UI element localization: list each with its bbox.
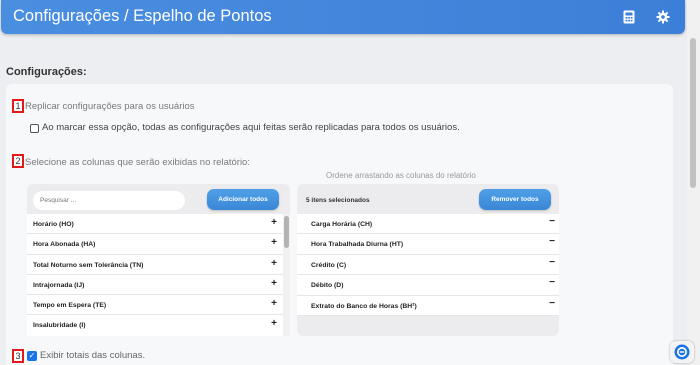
available-columns-list: Horário (HO) + Hora Abonada (HA) + Total… — [27, 214, 283, 336]
add-icon[interactable]: + — [271, 217, 277, 228]
add-icon[interactable]: + — [271, 318, 277, 329]
add-all-button[interactable]: Adicionar todos — [207, 189, 279, 210]
available-list-scrollbar[interactable] — [283, 214, 290, 336]
list-item[interactable]: Horário (HO) + — [27, 214, 283, 235]
replicate-checkbox-label[interactable]: Ao marcar essa opção, todas as configura… — [42, 122, 460, 133]
section-title: Configurações: — [6, 66, 87, 78]
order-hint: Ordene arrastando as colunas do relatóri… — [326, 171, 476, 180]
list-item-label: Carga Horária (CH) — [311, 221, 373, 228]
chat-button[interactable] — [670, 341, 694, 363]
list-item[interactable]: Total Noturno sem Tolerância (TN) + — [27, 255, 283, 275]
add-icon[interactable]: + — [271, 298, 277, 309]
list-item-label: Intrajornada (IJ) — [33, 281, 85, 289]
list-item-label: Extrato do Banco de Horas (BH²) — [311, 302, 417, 310]
remove-icon[interactable]: − — [549, 236, 555, 247]
step2-label: Selecione as colunas que serão exibidas … — [25, 157, 250, 168]
show-totals-checkbox[interactable]: ✓ — [27, 351, 37, 361]
remove-icon[interactable]: − — [549, 298, 555, 309]
remove-icon[interactable]: − — [549, 257, 555, 268]
add-icon[interactable]: + — [271, 258, 277, 269]
list-item[interactable]: Extrato do Banco de Horas (BH²) − — [297, 296, 559, 316]
list-item-label: Hora Abonada (HA) — [33, 241, 96, 249]
list-item-label: Insalubridade (I) — [33, 322, 86, 330]
list-item[interactable]: Débito (D) − — [297, 275, 559, 296]
list-item-label: Débito (D) — [311, 282, 344, 290]
scrollbar-thumb[interactable] — [284, 216, 289, 248]
page-scrollbar[interactable] — [687, 0, 700, 365]
selected-count: 5 itens selecionados — [306, 197, 370, 204]
gear-icon[interactable] — [656, 10, 670, 24]
list-item[interactable]: Intrajornada (IJ) + — [27, 275, 283, 296]
scrollbar-thumb[interactable] — [690, 38, 696, 188]
step1-label: Replicar configurações para os usuários — [25, 101, 195, 112]
step-number-3: 3 — [12, 349, 24, 363]
list-item-label: Hora Trabalhada Diurna (HT) — [311, 241, 404, 249]
page-header: Configurações / Espelho de Pontos — [1, 0, 685, 34]
list-item[interactable]: Carga Horária (CH) − — [297, 214, 559, 235]
list-item[interactable]: Insalubridade (I) + — [27, 315, 283, 335]
step-number-1: 1 — [12, 99, 24, 113]
replicate-checkbox[interactable] — [30, 124, 39, 133]
list-item[interactable]: Hora Abonada (HA) + — [27, 234, 283, 255]
list-item-label: Horário (HO) — [33, 221, 74, 228]
search-input[interactable] — [33, 191, 185, 210]
show-totals-label[interactable]: Exibir totais das colunas. — [40, 350, 145, 361]
selected-columns-list: Carga Horária (CH) − Hora Trabalhada Diu… — [297, 214, 559, 316]
list-item[interactable]: Crédito (C) − — [297, 255, 559, 276]
remove-all-button[interactable]: Remover todos — [479, 189, 551, 210]
list-item-label: Total Noturno sem Tolerância (TN) — [33, 261, 144, 269]
page: Configurações / Espelho de Pontos Config… — [0, 0, 700, 365]
list-item[interactable]: Tempo em Espera (TE) + — [27, 295, 283, 316]
remove-icon[interactable]: − — [549, 277, 555, 288]
add-icon[interactable]: + — [271, 278, 277, 289]
remove-icon[interactable]: − — [549, 216, 555, 227]
step-number-2: 2 — [12, 154, 24, 168]
list-item-label: Crédito (C) — [311, 261, 347, 269]
list-item[interactable]: Hora Trabalhada Diurna (HT) − — [297, 234, 559, 255]
add-icon[interactable]: + — [271, 237, 277, 248]
list-item-label: Tempo em Espera (TE) — [33, 302, 107, 310]
chat-icon — [674, 344, 690, 360]
calculator-icon[interactable] — [622, 10, 636, 24]
page-title: Configurações / Espelho de Pontos — [13, 7, 272, 25]
